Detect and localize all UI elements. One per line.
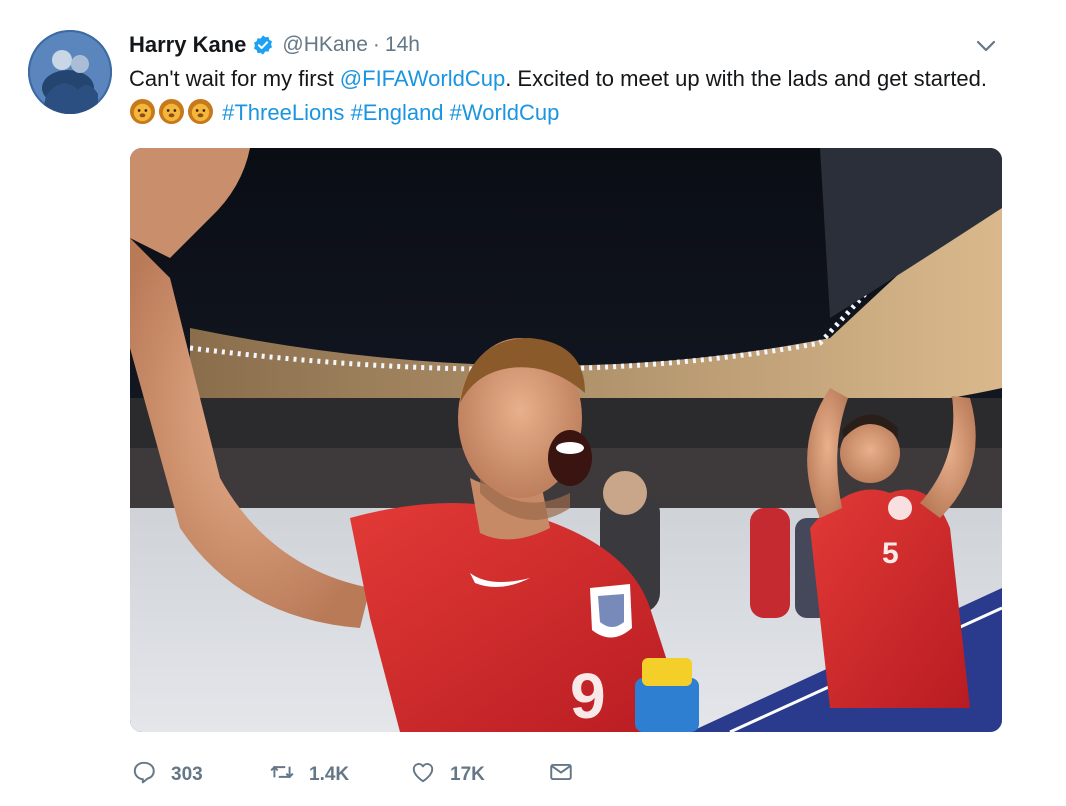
reply-count: 303 bbox=[171, 764, 203, 785]
like-count: 17K bbox=[450, 764, 485, 785]
hashtag-worldcup[interactable]: #WorldCup bbox=[450, 100, 560, 125]
heart-icon bbox=[410, 759, 436, 791]
tweet-text-before-mention: Can't wait for my first bbox=[129, 66, 340, 91]
lion-face-icon bbox=[187, 98, 214, 125]
tweet-timestamp[interactable]: 14h bbox=[385, 33, 420, 57]
svg-text:9: 9 bbox=[570, 660, 606, 732]
chevron-down-icon[interactable] bbox=[974, 36, 998, 56]
hashtag-threelions[interactable]: #ThreeLions bbox=[222, 100, 344, 125]
tweet-photo[interactable]: 5 9 bbox=[130, 148, 1002, 732]
lion-face-icon bbox=[158, 98, 185, 125]
mention-link[interactable]: @FIFAWorldCup bbox=[340, 66, 505, 91]
svg-text:5: 5 bbox=[882, 537, 899, 570]
reply-icon bbox=[131, 759, 157, 791]
reply-button[interactable]: 303 bbox=[131, 759, 203, 791]
lion-face-icon bbox=[129, 98, 156, 125]
hashtag-england[interactable]: #England bbox=[351, 100, 444, 125]
tweet-text-after-mention: . Excited to meet up with the lads and g… bbox=[505, 66, 988, 91]
author-name[interactable]: Harry Kane bbox=[129, 32, 246, 58]
verified-icon bbox=[252, 34, 274, 56]
direct-message-button[interactable] bbox=[548, 759, 574, 791]
avatar[interactable] bbox=[28, 30, 112, 114]
retweet-icon bbox=[269, 759, 295, 791]
retweet-count: 1.4K bbox=[309, 764, 350, 785]
tweet-text: Can't wait for my first @FIFAWorldCup. E… bbox=[129, 62, 1009, 130]
tweet-card: Harry Kane @HKane · 14h Can't wait for m… bbox=[0, 0, 1066, 806]
separator-dot: · bbox=[372, 33, 380, 56]
retweet-button[interactable]: 1.4K bbox=[269, 759, 349, 791]
like-button[interactable]: 17K bbox=[410, 759, 485, 791]
author-handle[interactable]: @HKane bbox=[282, 33, 368, 57]
tweet-header: Harry Kane @HKane · 14h bbox=[129, 30, 420, 60]
envelope-icon bbox=[548, 759, 574, 791]
